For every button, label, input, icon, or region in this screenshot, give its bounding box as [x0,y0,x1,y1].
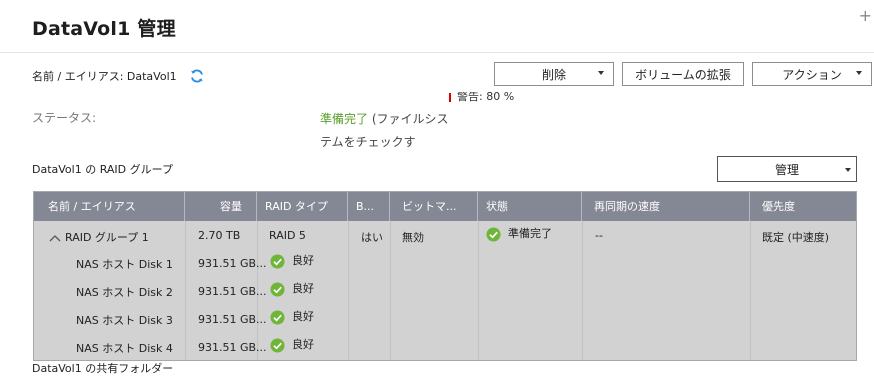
check-circle-icon [270,309,285,325]
disk-status-text: 良好 [292,282,314,295]
disk-capacity: 931.51 GB... [198,341,267,354]
disk-name[interactable]: NAS ホスト Disk 1 [76,256,173,272]
status-label: ステータス: [32,111,97,125]
manage-button[interactable]: 管理 [717,156,857,182]
disk-capacity: 931.51 GB... [198,285,267,298]
chevron-down-icon [856,71,862,75]
disk-status: 良好 [270,252,314,269]
status-value: 準備完了 (ファイルシステムをチェックす [320,108,450,154]
raid-group-capacity: 2.70 TB [198,229,241,242]
disk-status: 良好 [270,308,314,325]
dialog-header: DataVol1 管理 + [0,0,874,53]
disk-status-text: 良好 [292,338,314,351]
raid-group-row-name[interactable]: RAID グループ 1 [49,229,149,245]
volume-name-label: 名前 / エイリアス: DataVol1 [32,70,177,83]
warning-indicator: 警告: 80 % [449,92,514,104]
column-divider [185,221,186,360]
manage-button-label: 管理 [774,162,799,177]
delete-button[interactable]: 削除 [494,62,614,86]
chevron-up-icon[interactable] [49,234,61,242]
header-resync-speed[interactable]: 再同期の速度 [582,192,750,221]
delete-button-label: 削除 [541,67,566,82]
chevron-down-icon [845,168,851,172]
header-raid-type[interactable]: RAID タイプ [257,192,348,221]
warning-bar [449,92,451,102]
check-circle-icon [486,226,501,242]
raid-group-priority: 既定 (中速度) [762,231,830,244]
column-divider [390,221,391,360]
dialog-title: DataVol1 管理 [32,18,176,40]
volume-name-bar: 名前 / エイリアス: DataVol1 [32,68,205,84]
disk-status: 良好 [270,336,314,353]
disk-name[interactable]: NAS ホスト Disk 2 [76,284,173,300]
shared-folder-title: DataVol1 の共有フォルダー [32,362,174,375]
disk-capacity: 931.51 GB... [198,257,267,270]
raid-group-state-text: 準備完了 [508,227,552,240]
disk-name[interactable]: NAS ホスト Disk 3 [76,312,173,328]
table-header: 名前 / エイリアス 容量 RAID タイプ B... ビットマ... 状態 再… [34,192,856,221]
raid-group-b: はい [361,231,383,244]
raid-group-bitmap: 無効 [402,231,424,244]
column-divider [348,221,349,360]
raid-group-state: 準備完了 [486,225,552,242]
header-bitmap[interactable]: ビットマ... [390,192,478,221]
header-state[interactable]: 状態 [478,192,582,221]
header-name[interactable]: 名前 / エイリアス [34,192,185,221]
check-circle-icon [270,337,285,353]
expand-volume-button[interactable]: ボリュームの拡張 [622,62,744,86]
check-circle-icon [270,281,285,297]
disk-capacity: 931.51 GB... [198,313,267,326]
disk-status-text: 良好 [292,310,314,323]
header-capacity[interactable]: 容量 [185,192,257,221]
refresh-icon[interactable] [189,68,205,84]
chevron-down-icon [598,71,604,75]
header-b[interactable]: B... [348,192,390,221]
disk-status: 良好 [270,280,314,297]
column-divider [582,221,583,360]
plus-icon[interactable]: + [859,6,872,25]
header-priority[interactable]: 優先度 [750,192,856,221]
raid-group-table: 名前 / エイリアス 容量 RAID タイプ B... ビットマ... 状態 再… [33,191,857,361]
disk-status-text: 良好 [292,254,314,267]
action-button-label: アクション [782,67,842,82]
warning-text: 警告: 80 % [457,92,515,103]
column-divider [750,221,751,360]
raid-group-name: RAID グループ 1 [65,231,149,244]
raid-group-type: RAID 5 [269,229,306,242]
raid-group-resync: -- [595,229,603,242]
column-divider [478,221,479,360]
raid-group-title: DataVol1 の RAID グループ [32,163,173,176]
expand-volume-label: ボリュームの拡張 [635,67,731,82]
action-button[interactable]: アクション [752,62,872,86]
check-circle-icon [270,253,285,269]
disk-name[interactable]: NAS ホスト Disk 4 [76,340,173,356]
status-ok-text: 準備完了 [320,112,369,126]
